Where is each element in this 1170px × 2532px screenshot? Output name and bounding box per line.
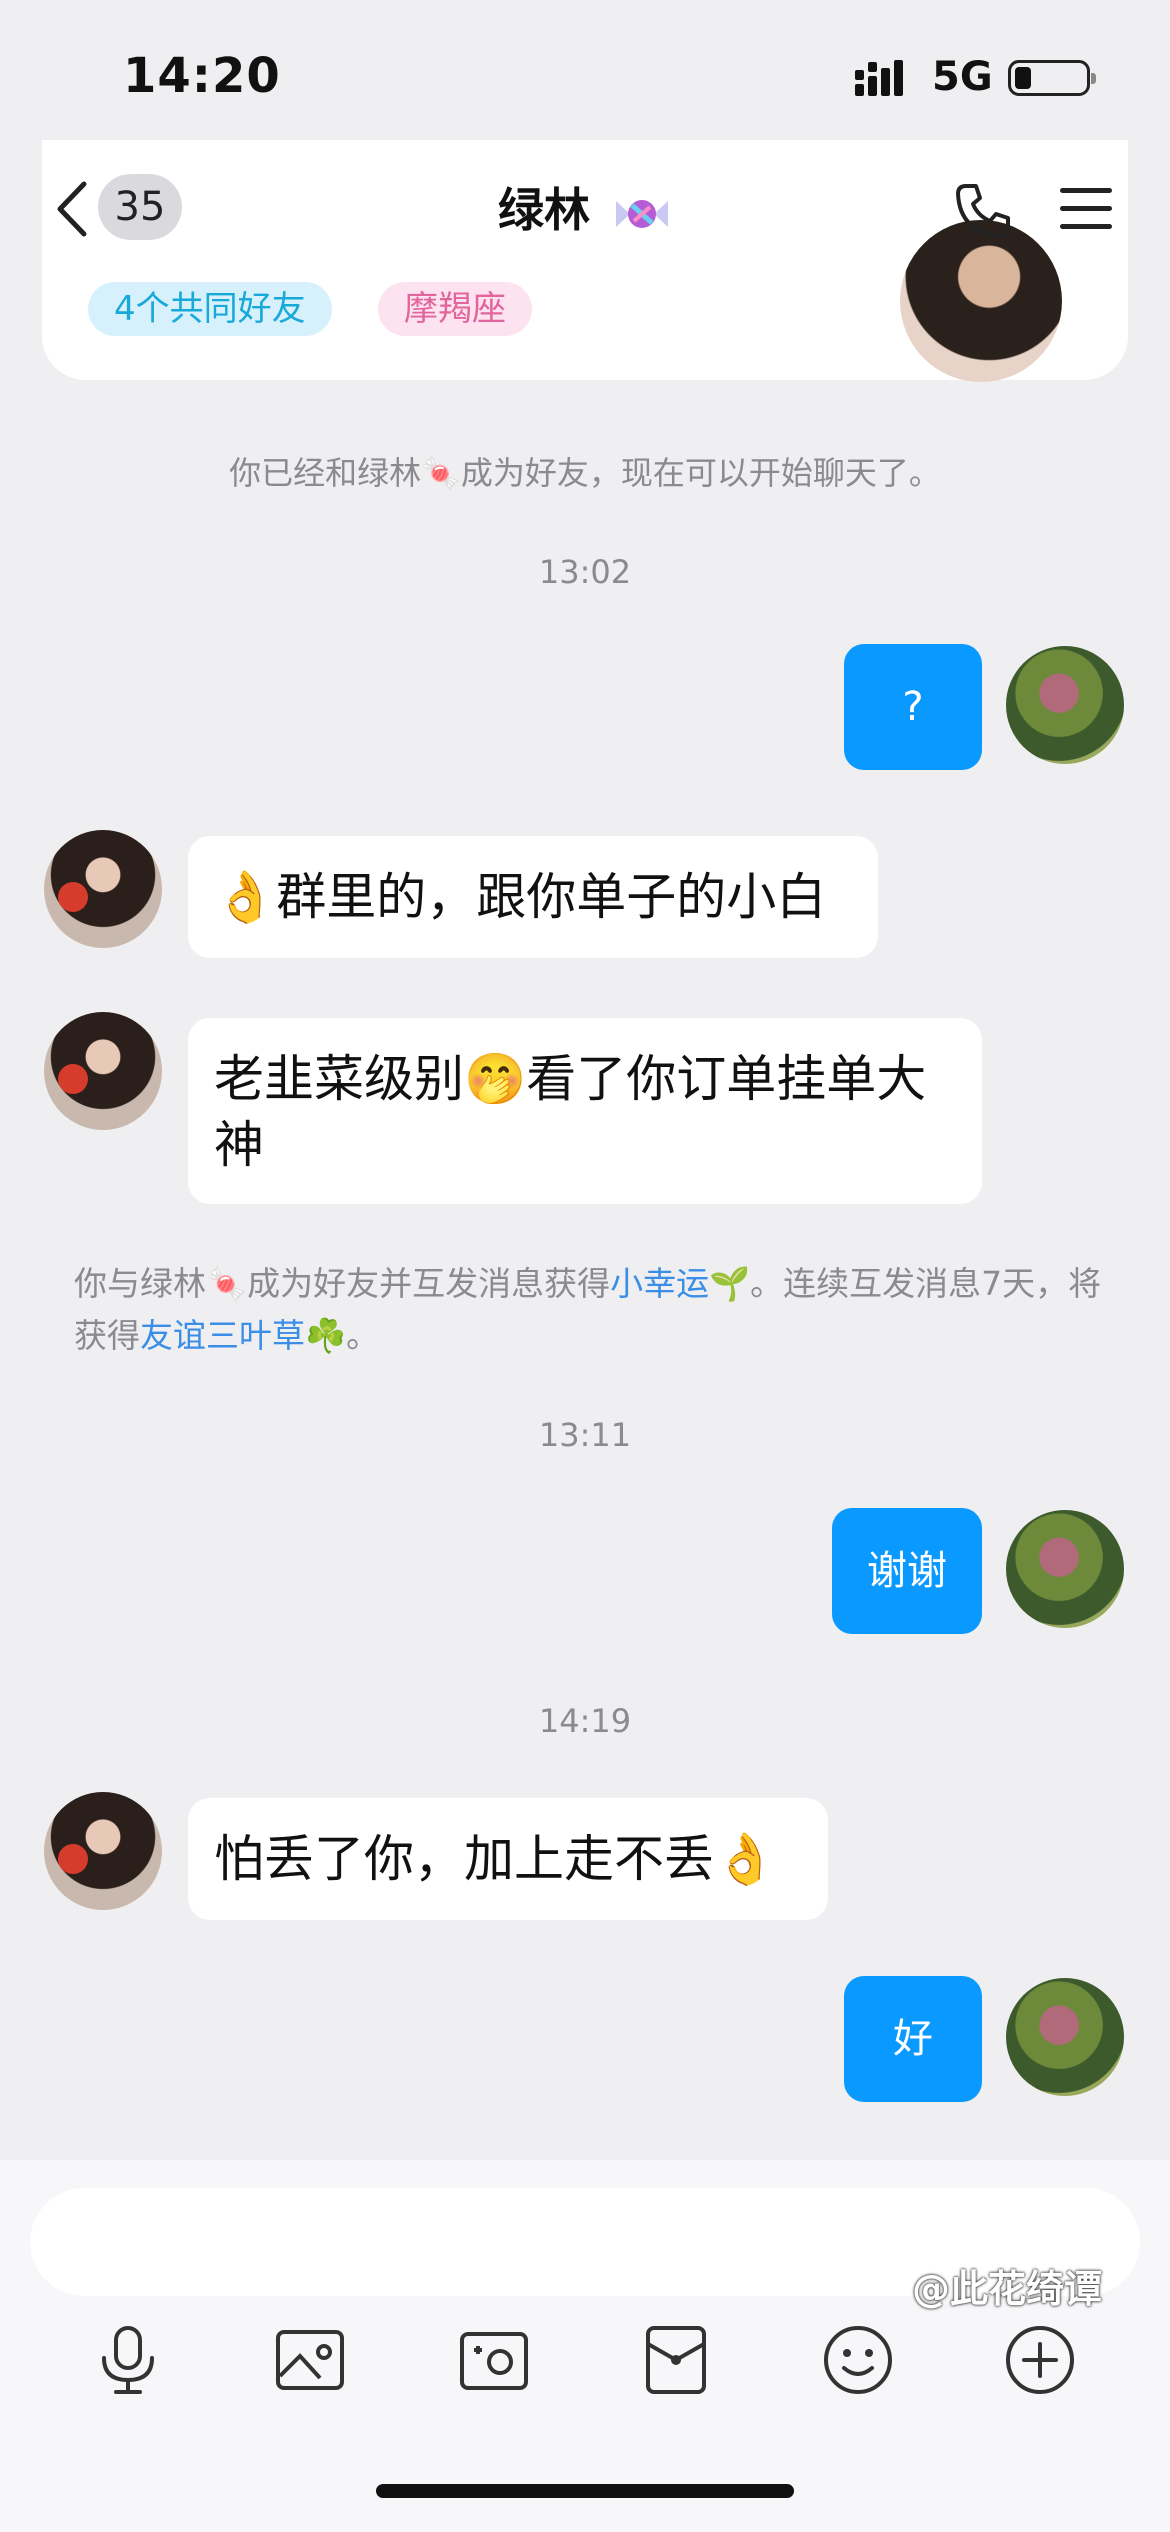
message-bubble-outgoing[interactable]: 谢谢 bbox=[832, 1508, 982, 1634]
battery-icon bbox=[1008, 60, 1096, 96]
signal-icon bbox=[855, 60, 903, 96]
my-avatar[interactable] bbox=[1006, 1510, 1124, 1628]
input-panel bbox=[0, 2160, 1170, 2532]
contact-avatar[interactable] bbox=[44, 830, 162, 948]
plus-icon[interactable] bbox=[1000, 2320, 1080, 2400]
clover-link[interactable]: 友谊三叶草 bbox=[140, 1316, 305, 1355]
phone-call-icon[interactable] bbox=[952, 180, 1014, 242]
chat-title-text: 绿林 bbox=[497, 183, 590, 237]
friendship-notice: 你与绿林🍬成为好友并互发消息获得小幸运🌱。连续互发消息7天，将获得友谊三叶草☘️… bbox=[74, 1258, 1104, 1362]
status-time: 14:20 bbox=[123, 48, 281, 104]
my-avatar[interactable] bbox=[1006, 646, 1124, 764]
network-type: 5G bbox=[932, 54, 993, 100]
status-bar: 14:20 5G bbox=[0, 0, 1170, 150]
menu-icon[interactable] bbox=[1058, 184, 1114, 234]
notice-text: ☘️。 bbox=[305, 1316, 380, 1355]
candy-icon bbox=[616, 199, 668, 228]
microphone-icon[interactable] bbox=[88, 2320, 168, 2400]
watermark: @此花绮谭 bbox=[912, 2267, 1103, 2311]
timestamp: 13:11 bbox=[538, 1416, 632, 1454]
zodiac-tag[interactable]: 摩羯座 bbox=[378, 282, 532, 336]
image-icon[interactable] bbox=[270, 2320, 350, 2400]
notice-text: 你与绿林🍬成为好友并互发消息获得 bbox=[74, 1264, 611, 1303]
lucky-link[interactable]: 小幸运 bbox=[610, 1264, 709, 1303]
red-packet-icon[interactable] bbox=[636, 2320, 716, 2400]
system-message: 你已经和绿林🍬成为好友，现在可以开始聊天了。 bbox=[229, 454, 941, 492]
message-bubble-outgoing[interactable]: 好 bbox=[844, 1976, 982, 2102]
contact-avatar[interactable] bbox=[44, 1012, 162, 1130]
timestamp: 14:19 bbox=[538, 1702, 632, 1740]
home-indicator[interactable] bbox=[376, 2484, 794, 2498]
camera-icon[interactable] bbox=[454, 2320, 534, 2400]
message-bubble-incoming[interactable]: 👌群里的，跟你单子的小白 bbox=[188, 836, 878, 958]
timestamp: 13:02 bbox=[538, 553, 632, 591]
message-bubble-incoming[interactable]: 老韭菜级别🤭看了你订单挂单大神 bbox=[188, 1018, 982, 1204]
chat-header: 35 绿林 bbox=[0, 150, 1170, 272]
emoji-icon[interactable] bbox=[818, 2320, 898, 2400]
message-bubble-incoming[interactable]: 怕丢了你，加上走不丢👌 bbox=[188, 1798, 828, 1920]
contact-avatar[interactable] bbox=[44, 1792, 162, 1910]
mutual-friends-tag[interactable]: 4个共同好友 bbox=[88, 282, 332, 336]
my-avatar[interactable] bbox=[1006, 1978, 1124, 2096]
message-bubble-outgoing[interactable]: ? bbox=[844, 644, 982, 770]
